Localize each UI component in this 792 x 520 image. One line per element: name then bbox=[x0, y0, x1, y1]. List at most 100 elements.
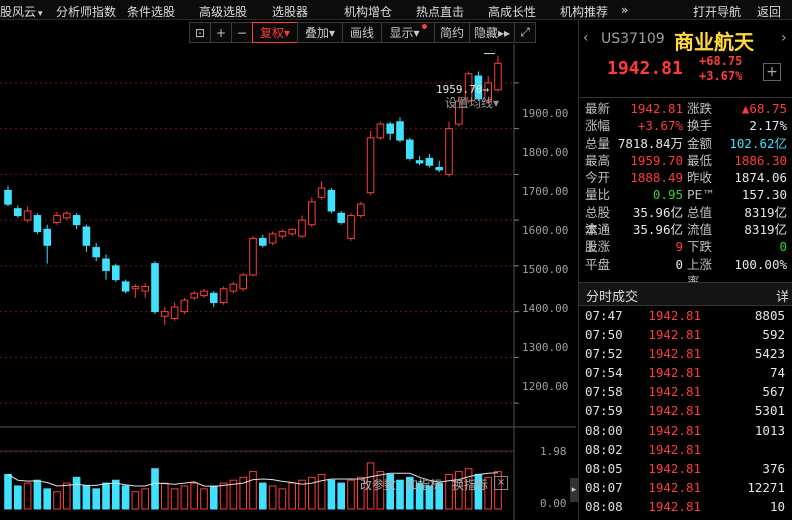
trade-volume: 8805 bbox=[754, 308, 785, 323]
trade-row[interactable]: 08:02 1942.81 bbox=[579, 440, 792, 459]
trade-volume: 592 bbox=[762, 327, 785, 343]
stat-value: ▲68.75 bbox=[741, 101, 787, 116]
stat-value: 0.95 bbox=[652, 187, 683, 203]
candle-body bbox=[317, 187, 326, 198]
y-tick-5: 1400.00 bbox=[522, 302, 569, 315]
candle-body bbox=[406, 139, 414, 159]
trades-detail-button[interactable]: 详 bbox=[776, 286, 789, 305]
trades-list[interactable]: 07:47 1942.81 8805 07:50 1942.81 592 07:52 1942… bbox=[579, 306, 792, 516]
menu-item-4[interactable]: 选股器 bbox=[272, 3, 308, 20]
change-percent: +3.67% bbox=[699, 69, 743, 83]
candle-body bbox=[112, 265, 120, 281]
lock-icon[interactable]: ⊡ bbox=[189, 22, 211, 43]
trade-volume: 567 bbox=[762, 384, 785, 400]
trade-time: 07:50 bbox=[585, 327, 623, 343]
trade-row[interactable]: 07:58 1942.81 567 bbox=[579, 382, 792, 401]
candle-body bbox=[14, 208, 22, 217]
trade-price: 1942.81 bbox=[648, 346, 701, 362]
stat-value: +3.67% bbox=[637, 118, 683, 134]
menu-item-5[interactable]: 机构增仓 bbox=[344, 3, 392, 20]
trade-row[interactable]: 07:59 1942.81 5301 bbox=[579, 401, 792, 420]
stock-name: 商业航天 bbox=[674, 30, 754, 54]
stat-value: 1886.30 bbox=[734, 152, 787, 168]
stat-value: 100.00% bbox=[734, 256, 787, 272]
volume-bar bbox=[131, 491, 140, 510]
trade-row[interactable]: 07:47 1942.81 8805 bbox=[579, 306, 792, 325]
candle-body bbox=[376, 123, 385, 139]
zoom-out-icon[interactable]: − bbox=[231, 22, 253, 43]
candle-body bbox=[53, 215, 61, 223]
trade-row[interactable]: 08:08 1942.81 10 bbox=[579, 497, 792, 516]
stat-value: 1888.49 bbox=[630, 170, 683, 186]
stat-label: 金额 bbox=[687, 135, 713, 151]
price-change: +68.75 +3.67% bbox=[699, 54, 742, 84]
trade-row[interactable]: 07:52 1942.81 5423 bbox=[579, 344, 792, 363]
simple-button[interactable]: 简约 bbox=[434, 22, 470, 43]
stat-value: 8319亿 bbox=[744, 204, 787, 220]
close-icon[interactable]: × bbox=[494, 476, 509, 490]
volume-bar bbox=[72, 476, 81, 510]
open-nav-button[interactable]: 打开导航 bbox=[693, 3, 741, 20]
trade-row[interactable]: 07:50 1942.81 592 bbox=[579, 325, 792, 344]
trade-row[interactable]: 08:05 1942.81 376 bbox=[579, 459, 792, 478]
next-arrow-icon[interactable]: › bbox=[781, 30, 787, 46]
top-menu-bar: 股风云 ▾ 分析师指数 条件选股 高级选股 选股器 机构增仓 热点直击 高成长性 … bbox=[0, 0, 792, 20]
panel-splitter-handle[interactable]: ▸ bbox=[570, 478, 578, 502]
back-button[interactable]: 返回 bbox=[757, 3, 781, 20]
add-indicator-button[interactable]: 加指标 bbox=[406, 476, 442, 493]
switch-indicator-button[interactable]: 换指标 bbox=[452, 476, 488, 493]
adjust-button[interactable]: 复权 ▾ bbox=[252, 22, 298, 43]
menu-item-3[interactable]: 高级选股 bbox=[199, 3, 247, 20]
menu-more-button[interactable]: » bbox=[621, 3, 628, 17]
candle-body bbox=[288, 228, 296, 235]
hide-button[interactable]: 隐藏 ▸▸ bbox=[469, 22, 515, 43]
overlay-button[interactable]: 叠加 ▾ bbox=[297, 22, 343, 43]
trade-volume: 5423 bbox=[754, 346, 785, 362]
add-watchlist-button[interactable]: + bbox=[763, 63, 781, 81]
candle-body bbox=[357, 203, 365, 217]
stat-label: 总值 bbox=[687, 204, 713, 220]
volume-bar bbox=[82, 485, 91, 510]
y-tick-7: 1200.00 bbox=[522, 380, 569, 393]
trade-price: 1942.81 bbox=[648, 384, 701, 400]
menu-item-7[interactable]: 高成长性 bbox=[488, 3, 536, 20]
trade-price: 1942.81 bbox=[648, 403, 701, 419]
y-tick-0: 1900.00 bbox=[522, 107, 569, 120]
candle-body bbox=[33, 215, 42, 233]
trade-price: 1942.81 bbox=[648, 422, 701, 438]
trade-row[interactable]: 08:00 1942.81 1013 bbox=[579, 421, 792, 440]
menu-item-2[interactable]: 条件选股 bbox=[127, 3, 175, 20]
vol-tick-min: 0.00 bbox=[540, 497, 567, 510]
stat-label: 总量 bbox=[585, 135, 611, 151]
volume-bar bbox=[317, 473, 326, 510]
kline-chart[interactable]: 设置均线▾ 1900.00 1800.00 1700.00 1600.00 15… bbox=[0, 44, 576, 520]
display-button[interactable]: 显示 ▾ bbox=[381, 22, 435, 43]
ma-settings-link[interactable]: 设置均线▾ bbox=[445, 94, 499, 111]
volume-bar bbox=[288, 482, 296, 510]
fullscreen-icon[interactable]: ⤢ bbox=[514, 22, 536, 43]
trade-volume: 12271 bbox=[747, 479, 785, 495]
volume-bar bbox=[180, 485, 189, 510]
stat-value: 1942.81 bbox=[630, 101, 683, 116]
quote-panel: ‹ US37109 商业航天 › 1942.81 +68.75 +3.67% +… bbox=[578, 20, 792, 520]
zoom-in-icon[interactable]: + bbox=[210, 22, 232, 43]
menu-item-0[interactable]: 股风云 ▾ bbox=[0, 3, 43, 20]
menu-item-1[interactable]: 分析师指数 bbox=[56, 3, 116, 20]
prev-arrow-icon[interactable]: ‹ bbox=[583, 30, 589, 46]
trade-time: 08:00 bbox=[585, 422, 623, 438]
trade-volume: 5301 bbox=[754, 403, 785, 419]
y-tick-3: 1600.00 bbox=[522, 224, 569, 237]
menu-item-8[interactable]: 机构推荐 bbox=[560, 3, 608, 20]
candle-body bbox=[43, 228, 52, 246]
menu-item-6[interactable]: 热点直击 bbox=[416, 3, 464, 20]
trade-volume: 74 bbox=[769, 365, 785, 381]
trade-row[interactable]: 07:54 1942.81 74 bbox=[579, 363, 792, 382]
volume-bar bbox=[249, 471, 257, 510]
trade-row[interactable]: 08:07 1942.81 12271 bbox=[579, 478, 792, 497]
candle-body bbox=[445, 128, 453, 175]
stat-label: 量比 bbox=[585, 187, 611, 203]
high-marker: 1959.70→ bbox=[436, 83, 489, 96]
change-params-button[interactable]: 改参数 bbox=[360, 476, 396, 493]
draw-line-button[interactable]: 画线 bbox=[342, 22, 382, 43]
trade-time: 07:58 bbox=[585, 384, 623, 400]
